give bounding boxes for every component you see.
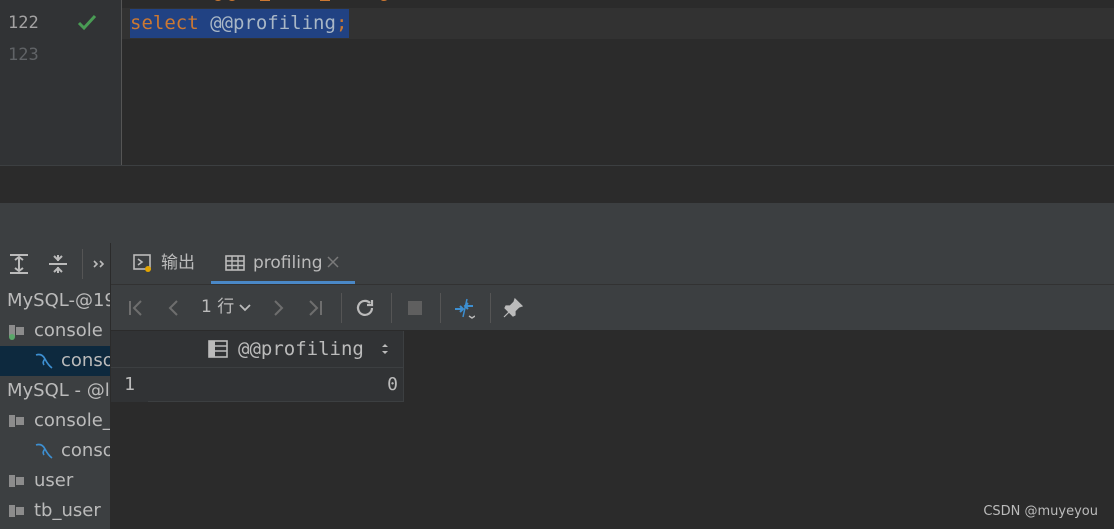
sql-editor[interactable]: 122 123 select @@profiling; xyxy=(0,0,1114,165)
services-tree: MySQL-@19 console conso MySQL - @l conso… xyxy=(0,243,110,529)
session-icon xyxy=(9,475,24,487)
tree-item-console[interactable]: console xyxy=(0,316,110,346)
tree-item-label: user xyxy=(34,470,74,491)
rows-count-select[interactable]: 1 行 xyxy=(201,285,251,330)
sql-variable: @@profiling xyxy=(210,12,336,34)
grid-corner xyxy=(111,331,148,368)
tree-item-label: console_1 xyxy=(34,410,110,431)
stop-icon[interactable] xyxy=(404,297,426,319)
tree-item-console-session-2[interactable]: conso xyxy=(0,436,110,466)
tree-item-label: conso xyxy=(61,440,110,461)
tree-item-tb-user[interactable]: tb_user xyxy=(0,496,110,526)
cell-value: 0 xyxy=(387,374,398,395)
tab-profiling[interactable]: profiling xyxy=(211,243,355,284)
collapse-all-icon[interactable] xyxy=(46,252,70,276)
tree-item-user[interactable]: user xyxy=(0,466,110,496)
output-icon xyxy=(133,254,151,272)
tree-item-mysql-datasource-2[interactable]: MySQL - @l xyxy=(0,376,110,406)
sort-icon[interactable] xyxy=(380,341,390,357)
toolbar-separator xyxy=(490,293,491,323)
panel-splitter[interactable] xyxy=(0,203,1114,243)
next-page-icon[interactable] xyxy=(267,297,289,319)
row-number: 1 xyxy=(111,368,148,402)
session-icon xyxy=(9,325,24,340)
table-icon xyxy=(225,255,245,271)
expand-all-icon[interactable] xyxy=(7,252,31,276)
tree-item-label: conso xyxy=(61,350,110,371)
line-gutter: 122 123 xyxy=(0,0,122,165)
line-number: 123 xyxy=(8,45,39,65)
tree-item-label: tb_user xyxy=(34,500,101,521)
tree-item-label: MySQL - @l xyxy=(7,380,110,401)
tab-output[interactable]: 输出 xyxy=(131,243,211,284)
mysql-console-icon xyxy=(35,443,53,459)
chevron-down-icon xyxy=(239,304,251,312)
sql-terminator: ; xyxy=(335,12,348,34)
tree-item-console-1[interactable]: console_1 xyxy=(0,406,110,436)
pin-icon[interactable] xyxy=(502,297,524,319)
session-icon xyxy=(9,505,24,517)
column-icon xyxy=(208,340,228,358)
result-toolbar: 1 行 xyxy=(111,285,1114,331)
toolbar-separator xyxy=(341,293,342,323)
results-panel: 输出 profiling 1 行 @@profiling 1 0 xyxy=(111,243,1114,529)
toolbar-separator xyxy=(82,249,83,279)
tree-item-mysql-datasource[interactable]: MySQL-@19 xyxy=(0,286,110,316)
tree-item-label: MySQL-@19 xyxy=(7,290,110,311)
line-number: 122 xyxy=(8,13,39,33)
previous-line-fragment xyxy=(214,0,388,1)
first-page-icon[interactable] xyxy=(125,297,147,319)
rows-count-label: 1 行 xyxy=(201,297,235,317)
results-tabbar: 输出 profiling xyxy=(111,243,1114,285)
tab-label: 输出 xyxy=(161,253,195,273)
tree-item-label: console xyxy=(34,320,103,341)
editor-footer xyxy=(0,165,1114,204)
watermark: CSDN @muyeyou xyxy=(983,504,1098,519)
toolbar-separator xyxy=(391,293,392,323)
session-icon xyxy=(9,415,24,427)
check-icon xyxy=(77,14,97,31)
mysql-console-icon xyxy=(35,353,53,369)
refresh-icon[interactable] xyxy=(354,297,376,319)
tab-label: profiling xyxy=(253,253,323,273)
previous-page-icon[interactable] xyxy=(163,297,185,319)
toolbar-separator xyxy=(440,293,441,323)
sql-statement[interactable]: select @@profiling; xyxy=(130,9,350,38)
result-grid: @@profiling 1 0 xyxy=(111,331,1114,529)
table-cell[interactable]: 0 xyxy=(148,368,404,402)
tree-item-console-session[interactable]: conso xyxy=(0,346,110,376)
last-page-icon[interactable] xyxy=(304,297,326,319)
tree-toolbar xyxy=(0,243,110,285)
column-title: @@profiling xyxy=(238,338,364,360)
more-icon[interactable] xyxy=(88,252,110,276)
sql-keyword: select xyxy=(130,12,199,34)
column-header-profiling[interactable]: @@profiling xyxy=(148,331,404,368)
close-icon[interactable] xyxy=(326,255,340,269)
compare-icon[interactable] xyxy=(453,297,475,319)
